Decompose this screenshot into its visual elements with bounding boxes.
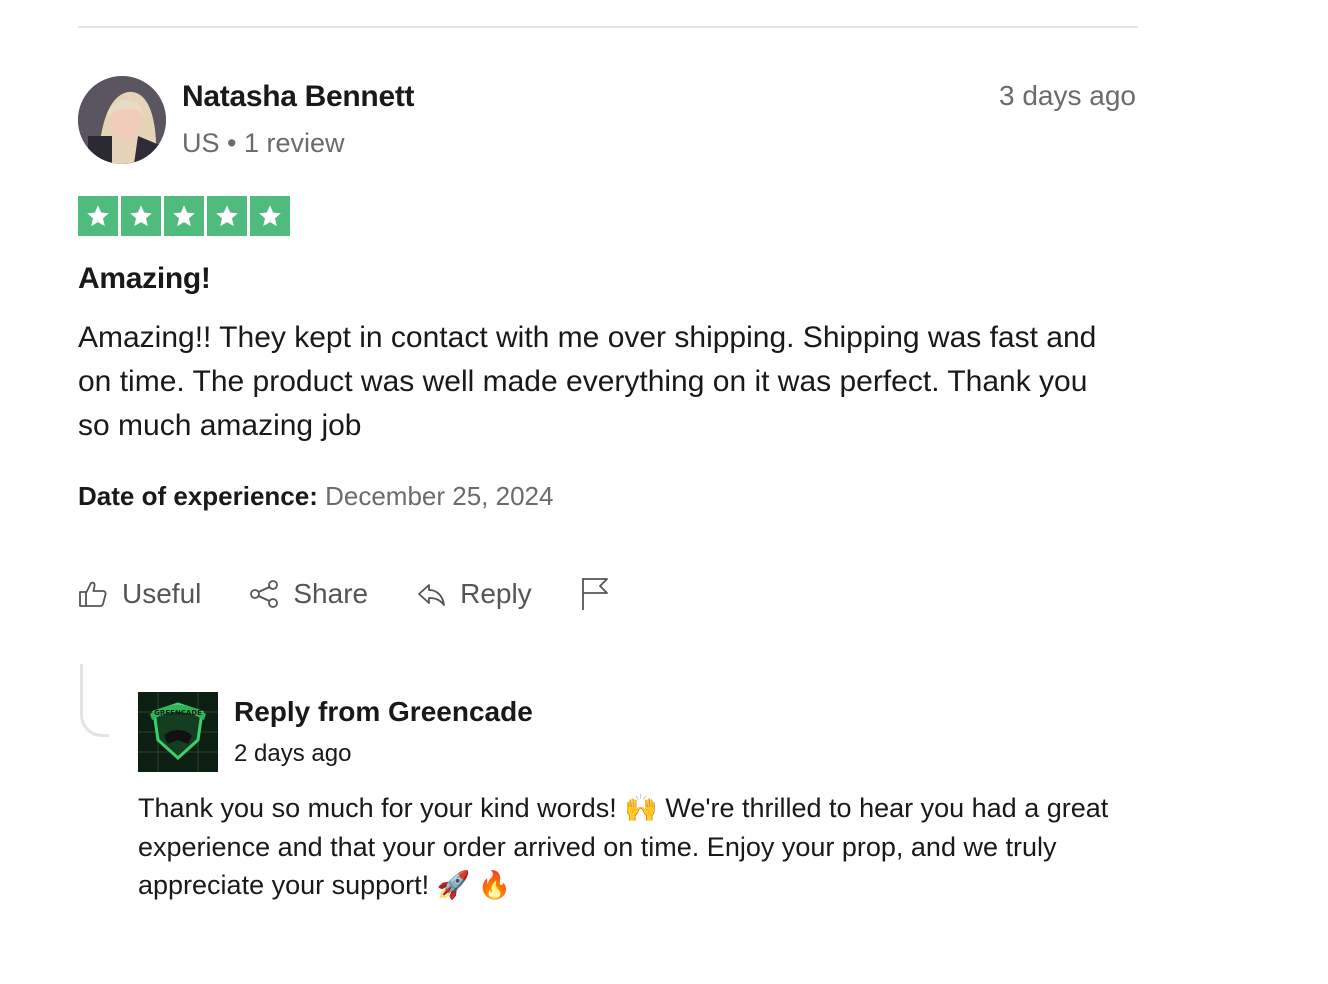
experience-date: December 25, 2024 xyxy=(325,481,554,511)
share-icon xyxy=(249,579,279,609)
star-icon xyxy=(207,196,247,236)
reply-body: Thank you so much for your kind words! 🙌… xyxy=(138,789,1148,905)
reply-button[interactable]: Reply xyxy=(416,578,532,610)
reviewer-meta: US • 1 review xyxy=(182,128,345,158)
reply-header: Reply from Greencade xyxy=(234,696,533,727)
share-button[interactable]: Share xyxy=(249,578,368,610)
raised-hands-emoji: 🙌 xyxy=(624,793,658,824)
greencade-logo: GREENCADE xyxy=(138,692,218,772)
reply-label: Reply xyxy=(460,578,532,609)
reply-thread-line xyxy=(80,664,109,737)
review-body: Amazing!! They kept in contact with me o… xyxy=(78,321,1097,442)
reply-time: 2 days ago xyxy=(234,740,352,767)
star-icon xyxy=(78,196,118,236)
reviewer-name[interactable]: Natasha Bennett xyxy=(182,80,415,114)
star-icon xyxy=(121,196,161,236)
report-button[interactable] xyxy=(580,576,610,612)
thumbs-up-icon xyxy=(78,579,108,609)
review-title[interactable]: Amazing! xyxy=(78,262,211,296)
useful-button[interactable]: Useful xyxy=(78,578,201,610)
review-time: 3 days ago xyxy=(999,80,1136,111)
star-icon xyxy=(164,196,204,236)
top-divider xyxy=(78,26,1138,28)
fire-emoji: 🔥 xyxy=(477,870,512,901)
experience-label: Date of experience: xyxy=(78,481,318,511)
flag-icon xyxy=(580,576,610,612)
review-actions: Useful Share Reply xyxy=(78,576,658,612)
reply-body-part1: Thank you so much for your kind words! xyxy=(138,793,625,823)
star-rating xyxy=(78,196,290,236)
useful-label: Useful xyxy=(122,578,202,609)
reply-icon xyxy=(416,579,446,609)
rocket-emoji: 🚀 xyxy=(436,870,471,901)
reviewer-avatar[interactable] xyxy=(78,76,166,164)
star-icon xyxy=(250,196,290,236)
logo-wordmark: GREENCADE xyxy=(154,709,202,717)
share-label: Share xyxy=(293,578,369,609)
date-of-experience: Date of experience: December 25, 2024 xyxy=(78,481,553,512)
